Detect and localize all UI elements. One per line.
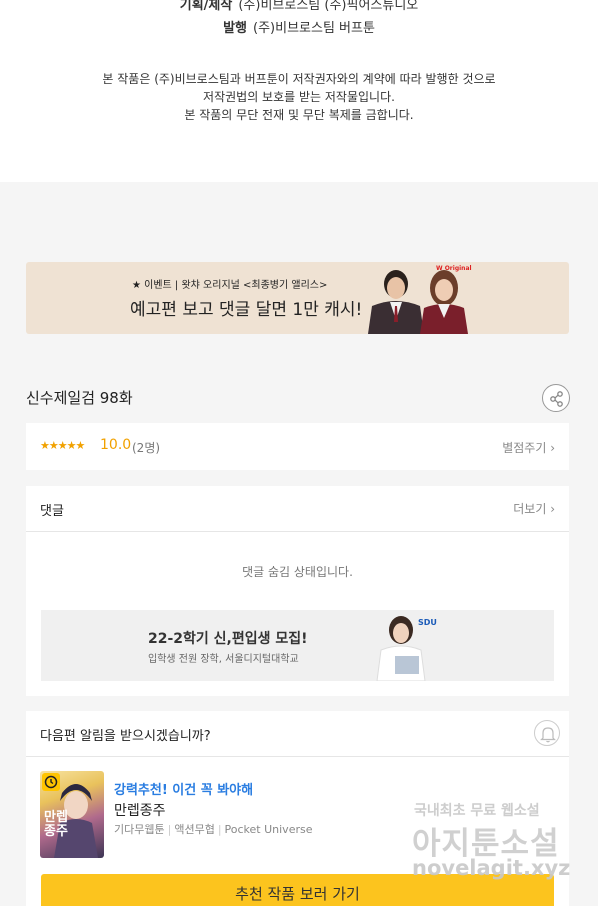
rating-score: 10.0	[100, 437, 132, 453]
planning-value: (주)비브로스팀 (주)픽어스튜디오	[238, 0, 419, 13]
rating-card: ★★★★★ 10.0 (2명) 별점주기 ›	[26, 423, 569, 470]
rating-stars: ★★★★★	[40, 439, 85, 452]
planning-credit: 기획/제작 (주)비브로스팀 (주)픽어스튜디오	[0, 0, 598, 13]
clock-badge	[42, 773, 60, 791]
episode-title: 신수제일검 98화	[26, 389, 133, 407]
banner-person-female	[420, 270, 468, 334]
notify-bell-button[interactable]	[534, 720, 560, 746]
bell-icon	[540, 727, 556, 743]
comments-card: 댓글 더보기 › 댓글 숨김 상태입니다. 22-2학기 신,편입생 모집! 입…	[26, 486, 569, 696]
comments-more-link[interactable]: 더보기 ›	[513, 500, 555, 517]
recommend-works-button[interactable]: 추천 작품 보러 가기	[41, 874, 554, 906]
notice-line-1: 본 작품은 (주)비브로스팀과 버프툰이 저작권자와의 계약에 따라 발행한 것…	[102, 72, 496, 86]
notice-line-3: 본 작품의 무단 전재 및 무단 복제를 금합니다.	[184, 108, 414, 122]
thumbnail-text: 만렙종주	[44, 810, 68, 839]
ad-banner[interactable]: 22-2학기 신,편입생 모집! 입학생 전원 장학, 서울디지털대학교 SDU	[41, 610, 554, 681]
credits-section: 기획/제작 (주)비브로스팀 (주)픽어스튜디오 발행 (주)비브로스팀 버프툰 본…	[0, 0, 598, 182]
notify-card: 다음편 알림을 받으시겠습니까? 만렙종주 강력추천! 이건 꼭 봐야해 만렙종…	[26, 711, 569, 906]
notice-line-2: 저작권법의 보호를 받는 저작물입니다.	[203, 90, 395, 104]
event-banner[interactable]: ★ 이벤트 | 왓챠 오리지널 <최종병기 앨리스> 예고편 보고 댓글 달면 …	[26, 262, 569, 334]
share-icon	[550, 391, 563, 407]
publisher-value: (주)비브로스팀 버프툰	[253, 21, 375, 36]
divider	[26, 531, 569, 532]
banner-small-text: ★ 이벤트 | 왓챠 오리지널 <최종병기 앨리스>	[132, 280, 328, 291]
publisher-label: 발행	[223, 21, 247, 36]
recommend-meta: 기다무웹툰 | 액션무협 | Pocket Universe	[114, 823, 313, 836]
recommend-genre-3: Pocket Universe	[224, 823, 313, 836]
publisher-credit: 발행 (주)비브로스팀 버프툰	[0, 17, 598, 36]
ad-subtitle: 입학생 전원 장학, 서울디지털대학교	[148, 654, 299, 665]
rating-count: (2명)	[132, 441, 161, 455]
clock-icon	[44, 775, 58, 789]
rate-button[interactable]: 별점주기 ›	[502, 439, 555, 456]
recommend-tag: 강력추천! 이건 꼭 봐야해	[114, 783, 254, 798]
ad-title: 22-2학기 신,편입생 모집!	[148, 631, 308, 647]
planning-label: 기획/제작	[179, 0, 233, 13]
comments-title: 댓글	[40, 504, 64, 519]
comments-hidden-message: 댓글 숨김 상태입니다.	[242, 565, 353, 579]
share-button[interactable]	[542, 384, 570, 412]
banner-headline: 예고편 보고 댓글 달면 1만 캐시!	[130, 300, 363, 320]
copyright-notice: 본 작품은 (주)비브로스팀과 버프툰이 저작권자와의 계약에 따라 발행한 것…	[0, 70, 598, 124]
recommend-title[interactable]: 만렙종주	[114, 800, 166, 820]
recommend-genre-2: 액션무협	[174, 823, 215, 836]
recommend-thumbnail[interactable]: 만렙종주	[40, 771, 104, 858]
divider	[26, 756, 569, 757]
recommend-genre-1: 기다무웹툰	[114, 823, 165, 836]
ad-person-image	[376, 616, 426, 681]
notify-question: 다음편 알림을 받으시겠습니까?	[40, 729, 211, 744]
